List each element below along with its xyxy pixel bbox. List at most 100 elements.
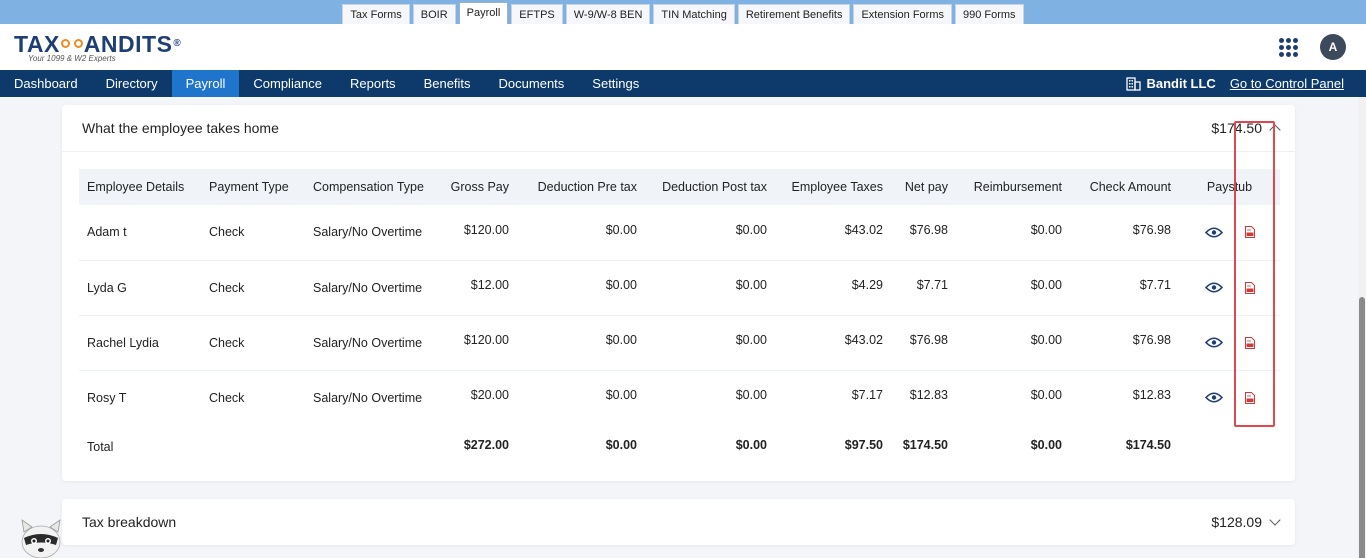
- eye-icon[interactable]: [1204, 392, 1223, 403]
- pdf-download-icon[interactable]: [1244, 336, 1255, 349]
- net-pay: $12.83: [909, 388, 948, 403]
- product-tab-retirement-benefits[interactable]: Retirement Benefits: [737, 4, 851, 24]
- nav-reports[interactable]: Reports: [336, 70, 410, 97]
- takes-home-table: Employee Details Payment Type Compensati…: [79, 169, 1280, 469]
- tax-breakdown-header[interactable]: Tax breakdown $128.09: [62, 499, 1295, 545]
- compensation-type: Salary/No Overtime: [313, 335, 423, 350]
- takes-home-title: What the employee takes home: [82, 120, 279, 136]
- product-tabs-bar: Tax Forms BOIR Payroll EFTPS W-9/W-8 BEN…: [0, 0, 1366, 24]
- net-pay: $76.98: [909, 222, 948, 237]
- col-paystub: Paystub: [1206, 180, 1253, 194]
- takes-home-card: What the employee takes home $174.50 Emp…: [62, 105, 1295, 481]
- deduction-post-tax: $0.00: [735, 278, 767, 292]
- deduction-post-tax: $0.00: [735, 222, 767, 237]
- deduction-post-tax: $0.00: [735, 388, 767, 403]
- tax-breakdown-amount: $128.09: [1211, 514, 1262, 530]
- scrollbar-thumb[interactable]: [1359, 297, 1365, 558]
- check-amount: $7.71: [1139, 278, 1171, 292]
- building-icon: [1126, 76, 1142, 91]
- logo-text-right: ANDITS: [83, 30, 173, 57]
- gross-pay: $20.00: [470, 388, 509, 403]
- deduction-pre-tax: $0.00: [605, 222, 637, 237]
- product-tab-w9-w8-ben[interactable]: W-9/W-8 BEN: [565, 4, 651, 24]
- product-tab-boir[interactable]: BOIR: [412, 4, 456, 24]
- company-switcher[interactable]: Bandit LLC: [1126, 76, 1216, 91]
- nav-documents[interactable]: Documents: [485, 70, 579, 97]
- col-employee-taxes: Employee Taxes: [791, 180, 884, 194]
- product-tab-tin-matching[interactable]: TIN Matching: [653, 4, 735, 24]
- nav-payroll[interactable]: Payroll: [171, 70, 240, 97]
- table-header-row: Employee Details Payment Type Compensati…: [79, 169, 1280, 205]
- eye-icon[interactable]: [1204, 282, 1223, 293]
- payment-type: Check: [209, 280, 245, 295]
- col-deduction-pre-tax: Deduction Pre tax: [537, 180, 637, 194]
- col-compensation-type: Compensation Type: [313, 180, 424, 194]
- logo-tagline: Your 1099 & W2 Experts: [28, 53, 116, 63]
- payment-type: Check: [209, 335, 245, 350]
- page-scrollbar[interactable]: [1358, 97, 1366, 558]
- gross-pay: $120.00: [463, 333, 509, 347]
- total-net-pay: $174.50: [902, 437, 948, 452]
- main-nav: Dashboard Directory Payroll Compliance R…: [0, 70, 1366, 97]
- product-tab-990-forms[interactable]: 990 Forms: [954, 4, 1024, 24]
- company-name: Bandit LLC: [1146, 76, 1216, 91]
- eye-icon[interactable]: [1204, 337, 1223, 348]
- reimbursement: $0.00: [1030, 222, 1062, 237]
- employee-name: Rachel Lydia: [87, 335, 159, 350]
- pdf-download-icon[interactable]: [1244, 226, 1255, 239]
- pdf-download-icon[interactable]: [1244, 281, 1255, 294]
- nav-benefits[interactable]: Benefits: [410, 70, 485, 97]
- table-row: Lyda G Check Salary/No Overtime $12.00 $…: [79, 260, 1280, 315]
- payment-type: Check: [209, 390, 245, 405]
- table-row: Rosy T Check Salary/No Overtime $20.00 $…: [79, 370, 1280, 425]
- product-tab-eftps[interactable]: EFTPS: [511, 4, 563, 24]
- employee-taxes: $7.17: [851, 388, 883, 403]
- deduction-post-tax: $0.00: [735, 333, 767, 347]
- product-tab-extension-forms[interactable]: Extension Forms: [853, 4, 952, 24]
- total-deduction-pre-tax: $0.00: [605, 437, 637, 452]
- gross-pay: $12.00: [470, 278, 509, 292]
- nav-compliance[interactable]: Compliance: [239, 70, 336, 97]
- col-payment-type: Payment Type: [209, 180, 289, 194]
- nav-dashboard[interactable]: Dashboard: [0, 70, 92, 97]
- deduction-pre-tax: $0.00: [605, 333, 637, 347]
- nav-settings[interactable]: Settings: [578, 70, 653, 97]
- bandit-mask-icon: [60, 37, 83, 51]
- payroll-content: What the employee takes home $174.50 Emp…: [0, 97, 1366, 558]
- employee-taxes: $43.02: [844, 222, 883, 237]
- gross-pay: $120.00: [463, 222, 509, 237]
- chevron-down-icon[interactable]: [1269, 514, 1281, 526]
- compensation-type: Salary/No Overtime: [313, 225, 423, 240]
- net-pay: $7.71: [916, 278, 948, 292]
- net-pay: $76.98: [909, 333, 948, 347]
- eye-icon[interactable]: [1204, 227, 1223, 238]
- table-row: Adam t Check Salary/No Overtime $120.00 …: [79, 205, 1280, 260]
- apps-grid-icon[interactable]: [1279, 37, 1298, 57]
- employee-taxes: $43.02: [844, 333, 883, 347]
- check-amount: $12.83: [1132, 388, 1171, 403]
- total-deduction-post-tax: $0.00: [735, 437, 767, 452]
- col-net-pay: Net pay: [904, 180, 948, 194]
- deduction-pre-tax: $0.00: [605, 278, 637, 292]
- pdf-download-icon[interactable]: [1244, 391, 1255, 404]
- col-check-amount: Check Amount: [1089, 180, 1171, 194]
- tax-breakdown-card[interactable]: Tax breakdown $128.09: [62, 499, 1295, 545]
- product-tab-tax-forms[interactable]: Tax Forms: [342, 4, 410, 24]
- col-deduction-post-tax: Deduction Post tax: [662, 180, 767, 194]
- user-avatar[interactable]: A: [1320, 34, 1346, 60]
- payment-type: Check: [209, 225, 245, 240]
- product-tab-payroll[interactable]: Payroll: [458, 2, 509, 24]
- taxbandits-logo[interactable]: TAX ANDITS ® Your 1099 & W2 Experts: [14, 32, 181, 63]
- total-gross-pay: $272.00: [463, 437, 509, 452]
- table-total-row: Total $272.00 $0.00 $0.00 $97.50 $174.50…: [79, 425, 1280, 469]
- col-employee-details: Employee Details: [87, 180, 185, 194]
- takes-home-header[interactable]: What the employee takes home $174.50: [62, 105, 1295, 152]
- compensation-type: Salary/No Overtime: [313, 280, 423, 295]
- logo-text-left: TAX: [14, 30, 60, 57]
- employee-name: Lyda G: [87, 280, 127, 295]
- chevron-up-icon[interactable]: [1269, 124, 1281, 136]
- employee-taxes: $4.29: [851, 278, 883, 292]
- nav-directory[interactable]: Directory: [92, 70, 172, 97]
- control-panel-link[interactable]: Go to Control Panel: [1230, 76, 1344, 91]
- bandit-mascot-icon[interactable]: [18, 518, 64, 558]
